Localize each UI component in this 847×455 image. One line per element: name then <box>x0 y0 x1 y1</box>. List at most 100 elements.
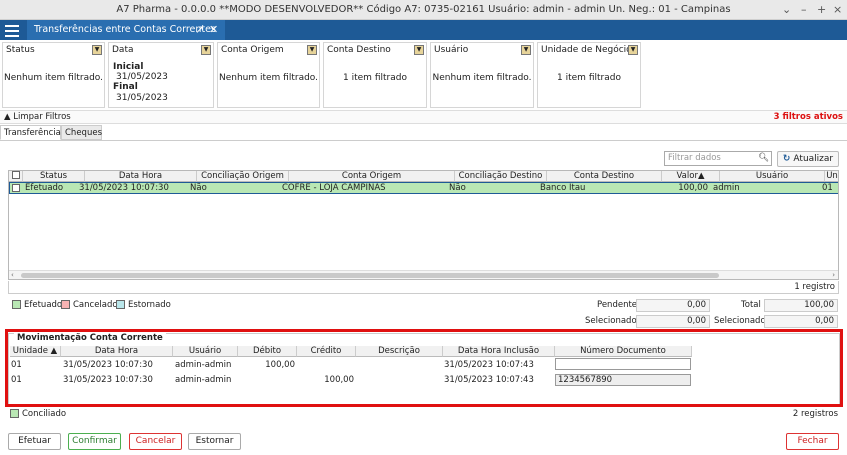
filter-title: Unidade de Negócio <box>541 45 632 55</box>
confirmar-button[interactable]: Confirmar <box>68 433 121 450</box>
data-final-label: Final <box>113 82 138 92</box>
filter-title: Usuário <box>434 45 469 55</box>
filter-content: 1 item filtrado <box>343 73 407 83</box>
filter-content: Nenhum item filtrado. <box>432 73 532 83</box>
window-title: A7 Pharma - 0.0.0.0 **MODO DESENVOLVEDOR… <box>116 4 731 15</box>
cell-conc-origem: Não <box>190 183 207 193</box>
cell-usuario: admin <box>713 183 740 193</box>
filter-icon[interactable]: ▼ <box>201 45 211 55</box>
col-header[interactable]: Conciliação Destino <box>455 171 547 182</box>
transferencias-grid[interactable]: Status Data Hora Conciliação Origem Cont… <box>8 170 839 280</box>
highlight-box <box>5 329 843 407</box>
pendente-value: 0,00 <box>636 299 710 312</box>
filter-conta-destino[interactable]: Conta Destino ▼ 1 item filtrado <box>323 42 427 108</box>
cell-data-hora: 31/05/2023 10:07:30 <box>79 183 169 193</box>
col-header[interactable]: Conta Destino <box>547 171 662 182</box>
collapse-icon[interactable]: ▲ <box>4 112 11 122</box>
atualizar-label: Atualizar <box>793 154 834 164</box>
scroll-left-icon[interactable]: ‹ <box>11 271 14 279</box>
data-inicial-label: Inicial <box>113 62 144 72</box>
search-input[interactable]: Filtrar dados 🔍︎ <box>664 151 772 166</box>
window-menu-icon[interactable]: ⌄ <box>782 0 791 20</box>
selecionado-label-2: Selecionado <box>714 316 766 326</box>
filter-icon[interactable]: ▼ <box>92 45 102 55</box>
selecionado-value-2: 0,00 <box>764 315 838 328</box>
scroll-right-icon[interactable]: › <box>832 271 835 279</box>
filter-title: Conta Destino <box>327 45 391 55</box>
filter-title: Status <box>6 45 35 55</box>
legend-swatch-conciliado <box>10 409 19 418</box>
tab-cheques[interactable]: Cheques <box>61 125 102 140</box>
row-checkbox[interactable] <box>12 182 20 194</box>
search-placeholder: Filtrar dados <box>668 153 721 163</box>
col-header-valor[interactable]: Valor▲ <box>662 171 720 182</box>
filter-content: 1 item filtrado <box>557 73 621 83</box>
filter-conta-origem[interactable]: Conta Origem ▼ Nenhum item filtrado. <box>217 42 320 108</box>
legend-swatch-efetuado <box>12 300 21 309</box>
filter-icon[interactable]: ▼ <box>307 45 317 55</box>
tab-transferencias-contas[interactable]: Transferências entre Contas Correntes ↗ … <box>27 20 225 40</box>
selecionado-value: 0,00 <box>636 315 710 328</box>
total-label: Total <box>741 300 761 310</box>
select-all-checkbox[interactable] <box>9 171 23 182</box>
filter-icon[interactable]: ▼ <box>628 45 638 55</box>
filter-unidade-negocio[interactable]: Unidade de Negócio ▼ 1 item filtrado <box>537 42 641 108</box>
filter-content: Nenhum item filtrado. <box>218 73 319 83</box>
atualizar-button[interactable]: ↻ Atualizar <box>777 151 839 167</box>
legend-conciliado: Conciliado <box>10 409 66 419</box>
mov-record-count: 2 registros <box>792 409 838 419</box>
col-header[interactable]: Conta Origem <box>289 171 455 182</box>
grid-record-count: 1 registro <box>8 281 839 294</box>
cell-valor: 100,00 <box>678 183 708 193</box>
pendente-label: Pendente <box>597 300 638 310</box>
col-header[interactable]: Conciliação Origem <box>197 171 289 182</box>
close-window-icon[interactable]: × <box>833 0 842 20</box>
window-titlebar: A7 Pharma - 0.0.0.0 **MODO DESENVOLVEDOR… <box>0 0 847 20</box>
hamburger-menu-icon[interactable] <box>3 22 21 38</box>
data-inicial-value: 31/05/2023 <box>116 72 168 82</box>
tab-transferencias[interactable]: Transferências <box>0 125 65 140</box>
filter-panel: Status ▼ Nenhum item filtrado. Data ▼ In… <box>0 40 847 110</box>
filter-status[interactable]: Status ▼ Nenhum item filtrado. <box>2 42 105 108</box>
col-header[interactable]: Data Hora <box>85 171 197 182</box>
col-header[interactable]: Status <box>23 171 85 182</box>
legend-efetuado: Efetuado <box>12 300 62 310</box>
filter-usuario[interactable]: Usuário ▼ Nenhum item filtrado. <box>430 42 534 108</box>
refresh-icon: ↻ <box>782 154 791 164</box>
legend-cancelado: Cancelado <box>61 300 118 310</box>
efetuar-button[interactable]: Efetuar <box>8 433 61 450</box>
fechar-button[interactable]: Fechar <box>786 433 839 450</box>
col-header[interactable]: Usuário <box>720 171 825 182</box>
minimize-icon[interactable]: – <box>801 0 807 20</box>
cell-conta-destino: Banco Itau <box>540 183 586 193</box>
legend-estornado: Estornado <box>116 300 171 310</box>
cell-status: Efetuado <box>25 183 64 193</box>
close-tab-icon[interactable]: ✕ <box>209 20 218 40</box>
cell-conc-destino: Não <box>449 183 466 193</box>
scrollbar-thumb[interactable] <box>21 273 719 278</box>
active-filters-count: 3 filtros ativos <box>773 112 843 122</box>
cell-conta-origem: COFRE - LOJA CAMPINAS <box>282 183 386 193</box>
estornar-button[interactable]: Estornar <box>188 433 241 450</box>
sort-asc-icon: ▲ <box>697 171 705 181</box>
pin-icon[interactable]: ↗ <box>195 20 204 40</box>
search-icon[interactable]: 🔍︎ <box>758 152 769 165</box>
selecionado-label: Selecionado <box>585 316 637 326</box>
maximize-icon[interactable]: + <box>817 0 826 20</box>
filter-icon[interactable]: ▼ <box>521 45 531 55</box>
col-header-label: Valor <box>676 171 698 181</box>
total-value: 100,00 <box>764 299 838 312</box>
filter-title: Conta Origem <box>221 45 284 55</box>
limpar-filtros-bar[interactable]: ▲ Limpar Filtros 3 filtros ativos <box>0 110 847 124</box>
tab-bar: Transferências entre Contas Correntes ↗ … <box>0 20 847 40</box>
filter-title: Data <box>112 45 134 55</box>
legend-swatch-cancelado <box>61 300 70 309</box>
filter-icon[interactable]: ▼ <box>414 45 424 55</box>
filter-data[interactable]: Data ▼ Inicial 31/05/2023 Final 31/05/20… <box>108 42 214 108</box>
legend-swatch-estornado <box>116 300 125 309</box>
filter-content: Nenhum item filtrado. <box>3 73 104 83</box>
cancelar-button[interactable]: Cancelar <box>129 433 182 450</box>
horizontal-scrollbar[interactable]: ‹ › <box>9 270 838 279</box>
limpar-filtros-label[interactable]: Limpar Filtros <box>13 112 70 122</box>
col-header[interactable]: Un <box>825 171 838 182</box>
